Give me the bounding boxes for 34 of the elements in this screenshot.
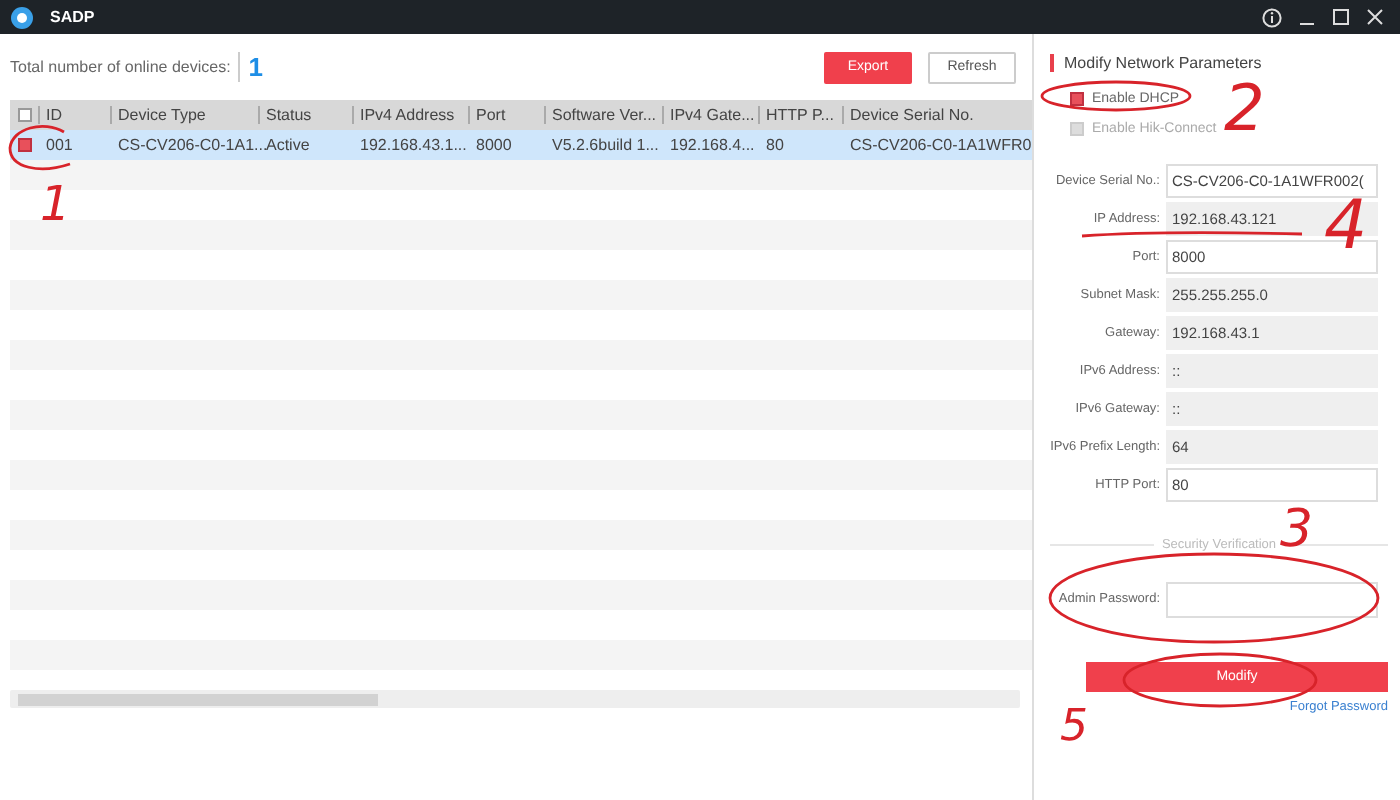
annotation-number: 2 [1224, 76, 1265, 140]
maximize-icon[interactable] [1332, 8, 1350, 26]
table-row[interactable]: 001 CS-CV206-C0-1A1...Active 192.168.43.1... 8000 V5.2.6build 1... 192.168.4... 80 CS-CV206-C0-1A1WFR0 [10, 130, 1032, 160]
app-logo-icon [10, 5, 34, 29]
row-checkbox[interactable] [17, 138, 31, 152]
annotation-number: 1 [40, 180, 71, 228]
panel-title: Modify Network Parameters [1050, 54, 1388, 72]
column-header[interactable]: Device Serial No. [842, 106, 1030, 124]
column-header[interactable]: Software Ver... [544, 106, 662, 124]
info-icon[interactable] [1262, 7, 1282, 27]
close-icon[interactable] [1366, 8, 1384, 26]
online-devices-label: Total number of online devices: [10, 58, 231, 76]
password-field[interactable] [1166, 581, 1378, 617]
annotation-number: 5 [1060, 706, 1088, 750]
option-checkbox[interactable] [1070, 92, 1084, 106]
table-cell-text: CS-CV206-C0-1A1WFR0 [848, 136, 1030, 154]
table-cell-text: 8000 [474, 136, 514, 154]
annotation-number: 3 [1280, 504, 1314, 556]
table-cell-text: 80 [764, 136, 786, 154]
column-header[interactable]: HTTP P... [758, 106, 842, 124]
table-cell-text: 001 [44, 136, 75, 154]
select-all-checkbox[interactable] [17, 108, 31, 122]
table-cell-text: 192.168.43.1... [358, 136, 468, 154]
column-header[interactable]: Status [258, 106, 352, 124]
column-header[interactable]: Device Type [110, 106, 258, 124]
table-cell-text: V5.2.6build 1... [550, 136, 661, 154]
device-count: 1 [238, 52, 264, 82]
horizontal-scrollbar[interactable] [10, 690, 1020, 708]
table-cell-text: 192.168.4... [668, 136, 757, 154]
column-header[interactable]: IPv4 Address [352, 106, 468, 124]
column-header[interactable]: IPv4 Gate... [662, 106, 758, 124]
column-header[interactable]: ID [38, 106, 110, 124]
window-title: SADP [50, 8, 95, 26]
column-header[interactable]: Port [468, 106, 544, 124]
